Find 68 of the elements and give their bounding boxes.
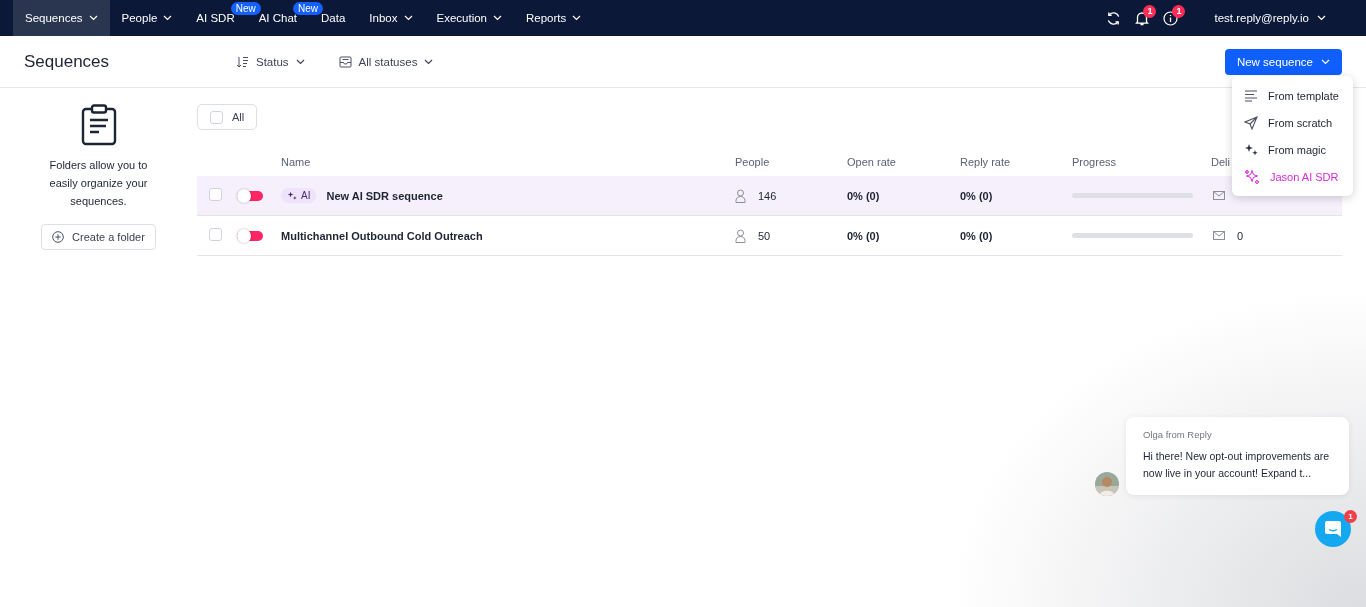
toggle-switch[interactable] [237,230,263,241]
chat-icon [1324,520,1342,538]
filter-button[interactable]: All statuses [332,54,440,69]
create-folder-button[interactable]: Create a folder [41,224,156,250]
chat-text: Hi there! New opt-out improvements are now live in your account! Expand t... [1143,449,1331,481]
new-badge: New [230,2,261,15]
column-header: Progress [1072,156,1118,168]
nav-tab[interactable]: Execution [424,0,514,36]
bell-icon[interactable] [1135,10,1150,26]
envelope-icon [1213,231,1225,240]
chat-sender: Olga from Reply [1143,429,1213,440]
menu-item[interactable]: From template [1232,82,1353,109]
envelope-icon [1213,191,1225,200]
sequence-name[interactable]: New AI SDR sequence [326,189,443,202]
column-header: Open rate [847,156,897,168]
nav-tab[interactable]: Inbox [357,0,425,36]
folders-hint: Folders allow you to easily organize your sequences. [48,158,149,209]
caret-icon [1321,58,1330,65]
account-menu[interactable]: test.reply@reply.io [1208,11,1332,25]
nav-tab[interactable]: Sequences [13,0,110,36]
chat-launcher[interactable] [1315,511,1351,547]
lines-icon [1244,89,1258,102]
menu-item[interactable]: Jason AI SDR [1232,163,1353,190]
refresh-icon[interactable] [1106,10,1122,26]
nav-tab[interactable]: People [109,0,185,36]
delivered-count: 0 [1237,229,1244,242]
person-icon [735,188,746,203]
nav-tab[interactable]: Reports [514,0,594,36]
ai-tag: AI [281,188,317,203]
checkbox[interactable] [209,228,222,241]
column-header: Reply rate [960,156,1012,168]
caret-icon [424,58,434,65]
sparkles-icon [287,190,297,201]
open-rate: 0% (0) [847,229,881,242]
info-icon[interactable] [1163,10,1179,26]
people-count: 50 [758,229,771,242]
menu-item[interactable]: From magic [1232,136,1353,163]
notification-badge: 1 [1143,4,1157,18]
caret-icon [295,58,305,65]
plus-circle-icon [52,231,65,243]
sparkles-icon [1244,142,1258,157]
toggle-switch[interactable] [237,190,263,201]
caret-icon [1317,15,1326,21]
clipboard-icon [80,104,117,146]
page-title: Sequences [24,51,111,72]
paper-plane-icon [1244,115,1258,130]
column-header: People [735,156,771,168]
sort-icon [236,55,249,68]
notification-badge: 1 [1172,4,1186,18]
new-badge: New [293,2,324,15]
menu-item[interactable]: From scratch [1232,109,1353,136]
open-rate: 0% (0) [847,189,881,202]
reply-rate: 0% (0) [960,229,994,242]
sparkles-icon [1244,168,1260,185]
notification-badge: 1 [1344,510,1357,523]
checkbox[interactable] [209,188,222,201]
people-count: 146 [758,189,777,202]
new-sequence-button[interactable]: New sequence [1224,48,1342,75]
inbox-icon [338,55,352,68]
person-icon [735,228,746,243]
sequence-name[interactable]: Multichannel Outbound Cold Outreach [281,229,483,242]
chat-message[interactable]: Olga from Reply Hi there! New opt-out improvements are now live in your account! Expand t... [1126,417,1349,495]
select-all-button[interactable]: All [197,104,258,130]
column-header: Deli [1211,156,1231,168]
checkbox[interactable] [210,110,223,124]
sort-button[interactable]: Status [230,54,311,69]
column-header: Name [281,156,312,168]
reply-rate: 0% (0) [960,189,994,202]
